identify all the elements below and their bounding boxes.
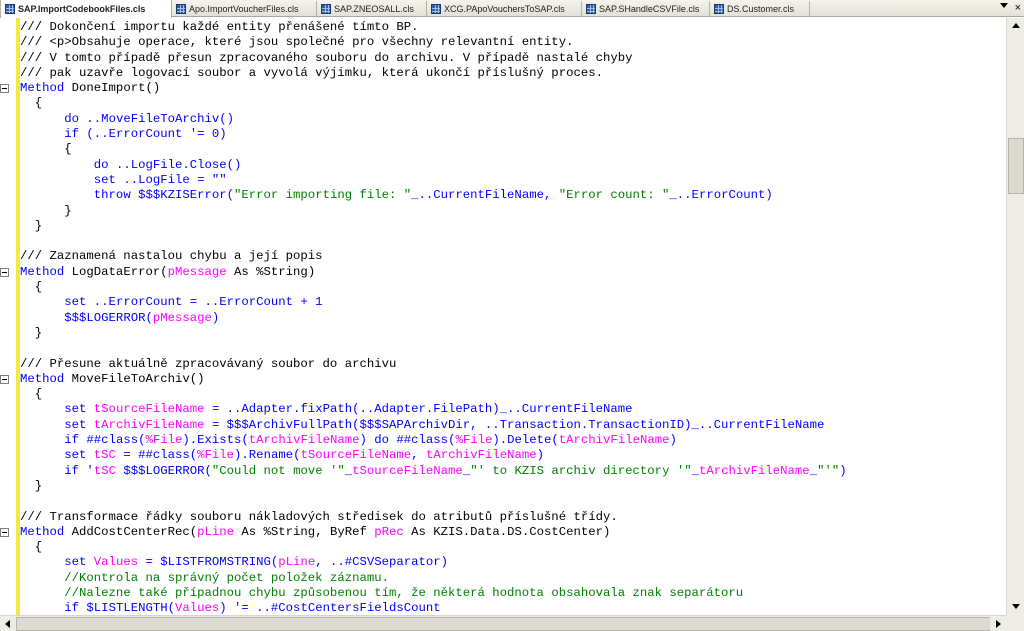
code-line: /// Dokončení importu každé entity přená… [20, 20, 419, 34]
tab-label: Apo.ImportVoucherFiles.cls [189, 4, 299, 14]
code-lines: /// Dokončení importu každé entity přená… [0, 20, 1006, 615]
tab-sap-importcodebookfiles[interactable]: SAP.ImportCodebookFiles.cls [0, 0, 172, 18]
tab-label: SAP.SHandleCSVFile.cls [599, 4, 700, 14]
collapse-icon[interactable] [0, 374, 9, 384]
tab-xcg-papovoucherstosap[interactable]: XCG.PApoVouchersToSAP.cls [427, 1, 582, 17]
vertical-scrollbar[interactable] [1006, 18, 1024, 615]
close-icon[interactable]: × [1015, 1, 1021, 15]
code-line: if $LISTLENGTH(Values) '= ..#CostCenters… [64, 601, 441, 615]
scroll-left-icon[interactable] [0, 616, 16, 631]
class-file-icon [176, 4, 186, 14]
code-line: set tSC = ##class(%File).Rename(tSourceF… [64, 448, 545, 463]
code-line: Method MoveFileToArchiv() [0, 372, 1006, 387]
vertical-scroll-thumb[interactable] [1008, 138, 1024, 194]
code-line: /// V tomto případě přesun zpracovaného … [20, 50, 633, 65]
code-line: if ##class(%File).Exists(tArchivFileName… [64, 433, 677, 448]
code-line: { [34, 387, 43, 402]
code-line: //Kontrola na správný počet položek zázn… [64, 570, 389, 585]
tab-ds-customer[interactable]: DS.Customer.cls [710, 1, 810, 17]
tab-list-dropdown-icon[interactable] [1000, 3, 1008, 8]
class-file-icon [586, 4, 596, 14]
code-editor[interactable]: /// Dokončení importu každé entity přená… [0, 18, 1006, 615]
tab-label: SAP.ImportCodebookFiles.cls [18, 4, 146, 14]
code-line: { [34, 280, 43, 295]
collapse-icon[interactable] [0, 267, 9, 277]
code-line: /// Zaznamená nastalou chybu a její popi… [20, 249, 323, 264]
code-line: set Values = $LISTFROMSTRING(pLine, ..#C… [64, 555, 449, 570]
code-line: Method DoneImport() [0, 81, 1006, 96]
code-line: { [34, 96, 43, 111]
collapse-icon[interactable] [0, 527, 9, 537]
code-line: /// Přesune aktuálně zpracovávaný soubor… [20, 356, 397, 371]
class-file-icon [714, 4, 724, 14]
code-line: throw $$$KZISError("Error importing file… [93, 188, 773, 203]
code-line: } [34, 325, 43, 340]
code-line: /// <p>Obsahuje operace, které jsou spol… [20, 35, 574, 50]
code-line: set tArchivFileName = $$$ArchivFullPath(… [64, 417, 825, 432]
tab-apo-importvoucherfiles[interactable]: Apo.ImportVoucherFiles.cls [172, 1, 317, 17]
class-file-icon [321, 4, 331, 14]
code-line: } [34, 218, 43, 233]
code-line: do ..LogFile.Close() [93, 157, 242, 172]
code-line: do ..MoveFileToArchiv() [64, 111, 235, 126]
code-line: $$$LOGERROR(pMessage) [64, 310, 220, 325]
class-file-icon [431, 4, 441, 14]
code-line: if 'tSC $$$LOGERROR("Could not move '"_t… [64, 463, 847, 478]
code-line: } [34, 478, 43, 493]
code-line: { [34, 540, 43, 555]
tab-sap-shandlecsvfile[interactable]: SAP.SHandleCSVFile.cls [582, 1, 710, 17]
code-line: if (..ErrorCount '= 0) [64, 127, 227, 142]
scroll-up-icon[interactable] [1008, 18, 1024, 34]
tab-label: XCG.PApoVouchersToSAP.cls [444, 4, 565, 14]
editor-tab-bar: SAP.ImportCodebookFiles.cls Apo.ImportVo… [0, 0, 1024, 18]
tab-label: SAP.ZNEOSALL.cls [334, 4, 414, 14]
code-line: } [64, 203, 72, 218]
code-line: Method AddCostCenterRec(pLine As %String… [0, 525, 1006, 540]
tab-label: DS.Customer.cls [727, 4, 795, 14]
scrollbar-corner [1006, 615, 1024, 631]
scroll-right-icon[interactable] [990, 616, 1006, 631]
code-line: Method LogDataError(pMessage As %String) [0, 265, 1006, 280]
scroll-down-icon[interactable] [1008, 599, 1024, 615]
horizontal-scroll-thumb[interactable] [16, 617, 991, 631]
code-line: //Nalezne také případnou chybu způsobeno… [64, 585, 744, 600]
horizontal-scrollbar[interactable] [0, 615, 1006, 631]
code-line: /// Transformace řádky souboru nákladový… [20, 509, 618, 524]
code-line: set tSourceFileName = ..Adapter.fixPath(… [64, 402, 633, 417]
collapse-icon[interactable] [0, 84, 9, 94]
code-line: set ..ErrorCount = ..ErrorCount + 1 [64, 295, 323, 310]
code-line: { [64, 142, 72, 157]
tab-sap-zneosall[interactable]: SAP.ZNEOSALL.cls [317, 1, 427, 17]
code-line: /// pak uzavře logovací soubor a vyvolá … [20, 65, 603, 80]
class-file-icon [5, 4, 15, 14]
code-line: set ..LogFile = "" [93, 172, 227, 187]
